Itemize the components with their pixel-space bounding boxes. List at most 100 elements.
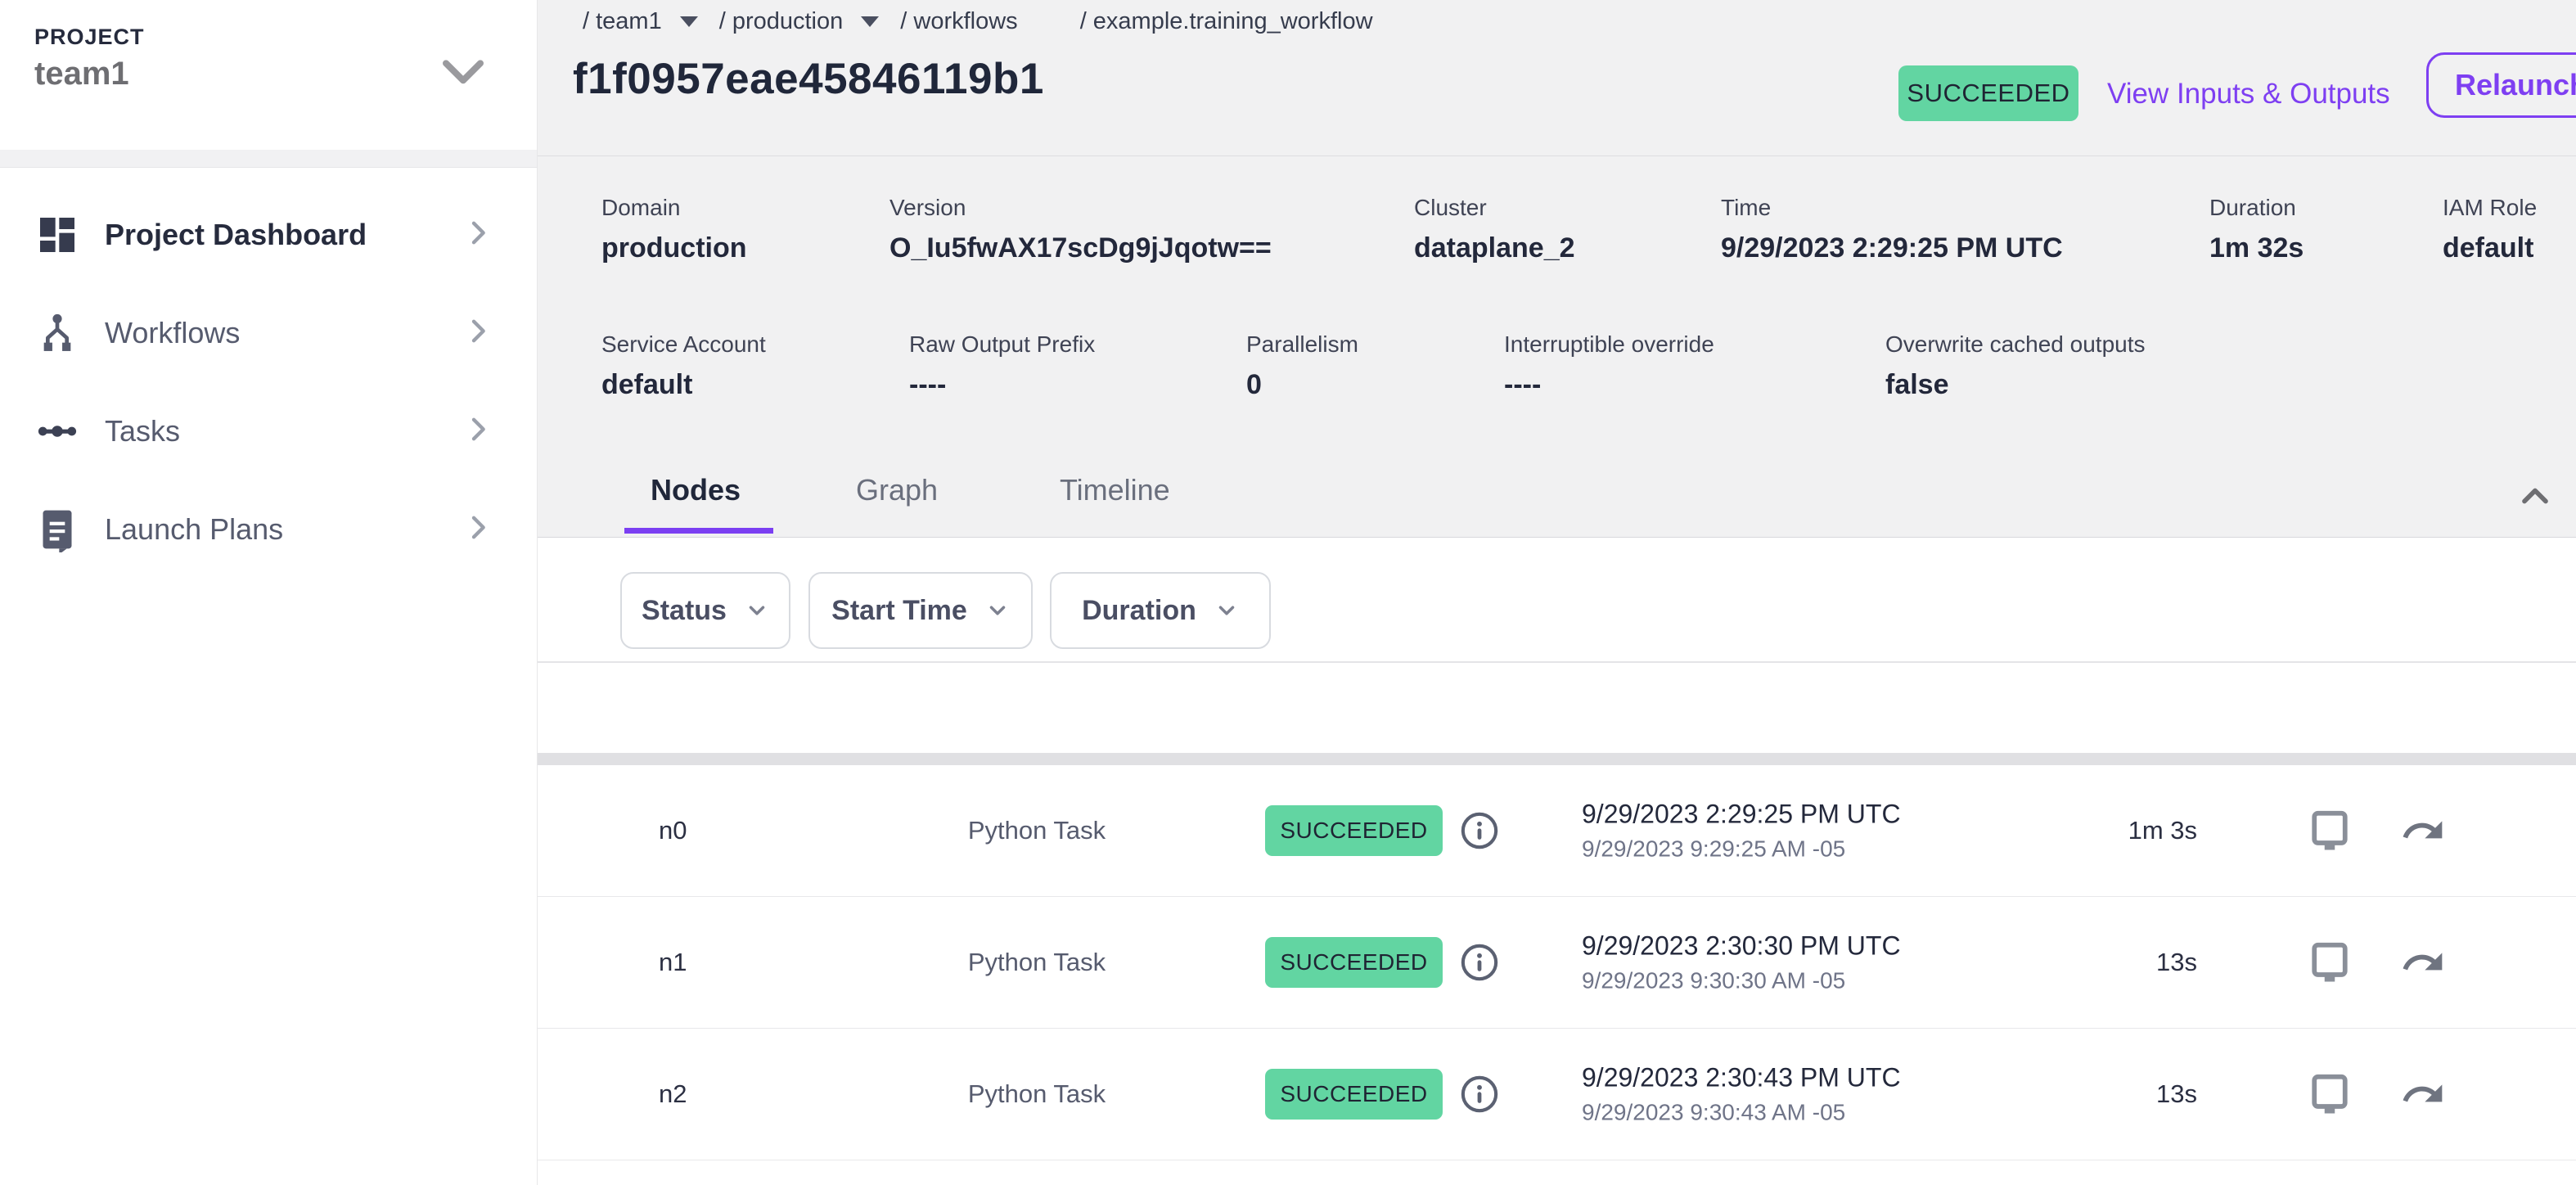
execution-title: f1f0957eae45846119b1: [573, 54, 1044, 104]
table-top-band: [538, 753, 2576, 765]
sidebar: PROJECT team1 Project Dashboard: [0, 0, 538, 1185]
node-time-local: 9/29/2023 9:30:43 AM -05: [1582, 1100, 1901, 1126]
detail-label: Overwrite cached outputs: [1885, 331, 2146, 358]
detail-label: Cluster: [1414, 195, 1575, 221]
sidebar-item-launch-plans[interactable]: Launch Plans: [0, 480, 537, 579]
table-row[interactable]: n0 Python Task SUCCEEDED 9/29/2023 2:29:…: [538, 765, 2576, 897]
breadcrumb-workflows[interactable]: / workflows: [900, 8, 1017, 35]
detail-label: Duration: [2209, 195, 2304, 221]
detail-value: default: [601, 369, 766, 401]
logs-icon[interactable]: [2305, 1070, 2354, 1119]
node-id: n1: [659, 948, 687, 977]
detail-label: Service Account: [601, 331, 766, 358]
detail-domain: Domain production: [601, 195, 747, 264]
detail-overwrite-cached-outputs: Overwrite cached outputs false: [1885, 331, 2146, 401]
breadcrumb-domain[interactable]: / production: [719, 8, 844, 35]
detail-cluster: Cluster dataplane_2: [1414, 195, 1575, 264]
tab-timeline[interactable]: Timeline: [1060, 473, 1170, 507]
node-duration: 1m 3s: [2033, 816, 2197, 845]
breadcrumb-domain-caret-icon[interactable]: [861, 16, 879, 27]
info-icon[interactable]: [1458, 941, 1501, 984]
project-name: team1: [34, 56, 129, 92]
flyte-console: PROJECT team1 Project Dashboard: [0, 0, 2576, 1185]
detail-label: Time: [1721, 195, 2063, 221]
node-id: n2: [659, 1079, 687, 1109]
chevron-right-icon: [462, 413, 494, 450]
node-executions-table: n0 Python Task SUCCEEDED 9/29/2023 2:29:…: [538, 765, 2576, 1160]
node-time-utc: 9/29/2023 2:29:25 PM UTC: [1582, 800, 1901, 830]
node-time-local: 9/29/2023 9:29:25 AM -05: [1582, 836, 1901, 863]
filter-label: Start Time: [831, 595, 967, 627]
tasks-icon: [33, 408, 82, 454]
filter-label: Duration: [1082, 595, 1196, 627]
chevron-down-icon[interactable]: [440, 56, 486, 94]
sidebar-item-project-dashboard[interactable]: Project Dashboard: [0, 186, 537, 284]
launch-plans-icon: [33, 507, 82, 552]
chevron-down-icon: [745, 598, 769, 623]
detail-value: O_Iu5fwAX17scDg9jJqotw==: [889, 232, 1272, 264]
node-time-local: 9/29/2023 9:30:30 AM -05: [1582, 968, 1901, 994]
table-row[interactable]: n1 Python Task SUCCEEDED 9/29/2023 2:30:…: [538, 897, 2576, 1029]
sidebar-item-label: Launch Plans: [105, 512, 283, 547]
detail-iam-role: IAM Role default: [2443, 195, 2537, 264]
node-type: Python Task: [906, 1079, 1168, 1109]
node-id: n0: [659, 816, 687, 845]
active-tab-underline: [624, 528, 773, 534]
node-status-badge: SUCCEEDED: [1265, 1069, 1443, 1120]
rerun-icon[interactable]: [2400, 1071, 2446, 1117]
table-row[interactable]: n2 Python Task SUCCEEDED 9/29/2023 2:30:…: [538, 1029, 2576, 1160]
info-icon[interactable]: [1458, 809, 1501, 852]
info-icon[interactable]: [1458, 1073, 1501, 1115]
relaunch-button[interactable]: Relaunch: [2426, 52, 2576, 118]
chevron-down-icon: [985, 598, 1010, 623]
logs-icon[interactable]: [2305, 806, 2354, 855]
filter-duration-button[interactable]: Duration: [1050, 572, 1271, 649]
detail-value: 1m 32s: [2209, 232, 2304, 264]
detail-label: Interruptible override: [1504, 331, 1714, 358]
chevron-right-icon: [462, 315, 494, 352]
detail-value: 9/29/2023 2:29:25 PM UTC: [1721, 232, 2063, 264]
detail-label: Parallelism: [1246, 331, 1358, 358]
breadcrumb-project[interactable]: / team1: [583, 8, 662, 35]
project-selector[interactable]: PROJECT team1: [0, 0, 537, 150]
filter-status-button[interactable]: Status: [620, 572, 790, 649]
sidebar-item-label: Workflows: [105, 316, 240, 350]
detail-value: false: [1885, 369, 2146, 401]
detail-parallelism: Parallelism 0: [1246, 331, 1358, 401]
detail-interruptible-override: Interruptible override ----: [1504, 331, 1714, 401]
rerun-icon[interactable]: [2400, 939, 2446, 985]
node-times: 9/29/2023 2:30:30 PM UTC 9/29/2023 9:30:…: [1582, 931, 1901, 994]
sidebar-divider: [0, 150, 537, 168]
nodes-panel: Status Start Time Duration n0 Python Tas…: [538, 538, 2576, 1185]
dashboard-icon: [33, 212, 82, 258]
detail-label: IAM Role: [2443, 195, 2537, 221]
header-divider: [538, 155, 2576, 156]
node-times: 9/29/2023 2:30:43 PM UTC 9/29/2023 9:30:…: [1582, 1063, 1901, 1126]
node-time-utc: 9/29/2023 2:30:30 PM UTC: [1582, 931, 1901, 962]
sidebar-item-label: Project Dashboard: [105, 218, 367, 252]
filter-label: Status: [642, 595, 727, 627]
sidebar-item-tasks[interactable]: Tasks: [0, 382, 537, 480]
node-type: Python Task: [906, 816, 1168, 845]
node-status-badge: SUCCEEDED: [1265, 937, 1443, 988]
tab-graph[interactable]: Graph: [856, 473, 938, 507]
tab-nodes[interactable]: Nodes: [651, 473, 741, 507]
sidebar-item-label: Tasks: [105, 414, 180, 448]
detail-version: Version O_Iu5fwAX17scDg9jJqotw==: [889, 195, 1272, 264]
rerun-icon[interactable]: [2400, 808, 2446, 854]
logs-icon[interactable]: [2305, 938, 2354, 987]
project-label: PROJECT: [34, 25, 145, 50]
node-duration: 13s: [2033, 948, 2197, 977]
breadcrumb-workflow-name[interactable]: / example.training_workflow: [1080, 8, 1373, 35]
detail-duration: Duration 1m 32s: [2209, 195, 2304, 264]
sidebar-item-workflows[interactable]: Workflows: [0, 284, 537, 382]
detail-time: Time 9/29/2023 2:29:25 PM UTC: [1721, 195, 2063, 264]
detail-value: production: [601, 232, 747, 264]
filter-start-time-button[interactable]: Start Time: [808, 572, 1033, 649]
execution-status-badge: SUCCEEDED: [1898, 65, 2078, 121]
view-inputs-outputs-link[interactable]: View Inputs & Outputs: [2107, 78, 2390, 110]
detail-label: Domain: [601, 195, 747, 221]
breadcrumb-project-caret-icon[interactable]: [680, 16, 698, 27]
sidebar-nav: Project Dashboard Workflows: [0, 186, 537, 579]
chevron-up-icon[interactable]: [2514, 475, 2556, 521]
